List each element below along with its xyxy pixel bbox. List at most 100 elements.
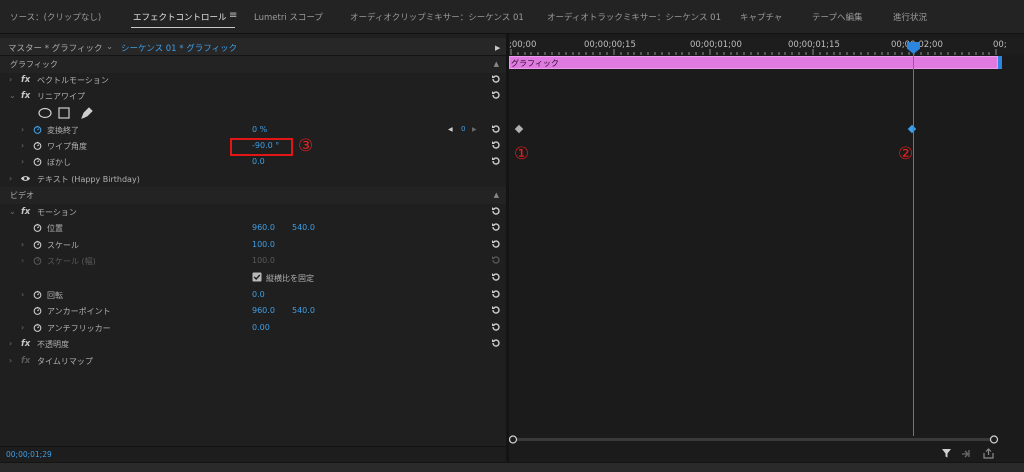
collapse-icon[interactable]: ▲ — [494, 191, 499, 199]
property-label: 位置 — [47, 224, 63, 233]
reset-icon[interactable] — [491, 90, 501, 100]
reset-icon[interactable] — [491, 206, 501, 216]
clip-label: グラフィック — [511, 59, 559, 68]
playhead-line[interactable] — [913, 50, 914, 436]
effect-row-time-remap: › fx タイムリマップ — [0, 353, 506, 370]
play-only-icon[interactable]: ▶ — [495, 44, 500, 52]
reset-icon[interactable] — [491, 222, 501, 232]
property-label: ワイプ角度 — [47, 142, 87, 151]
section-video-label: ビデオ — [10, 191, 34, 200]
tab-audio-clip-mixer[interactable]: オーディオクリップミキサー：シーケンス 01 — [350, 11, 524, 23]
reset-icon[interactable] — [491, 239, 501, 249]
annotation-one: ① — [514, 144, 530, 164]
collapse-icon[interactable]: ▲ — [494, 60, 499, 68]
effect-row-vector-motion: › fx ベクトルモーション — [0, 72, 506, 89]
master-clip-tab[interactable]: マスター * グラフィック — [8, 42, 103, 54]
feather-value[interactable]: 0.0 — [252, 157, 265, 166]
annotation-three: ③ — [298, 136, 314, 156]
stopwatch-icon[interactable] — [33, 290, 42, 299]
property-label: スケール — [47, 241, 79, 250]
fx-icon[interactable]: fx — [21, 75, 30, 85]
transition-completion-value[interactable]: 0 % — [252, 125, 267, 134]
stopwatch-icon-active[interactable] — [33, 125, 42, 134]
stopwatch-icon[interactable] — [33, 306, 42, 315]
collapse-arrow-icon[interactable]: ⌄ — [9, 207, 16, 216]
reset-icon[interactable] — [491, 140, 501, 150]
tab-capture[interactable]: キャプチャ — [740, 11, 782, 23]
stopwatch-icon[interactable] — [33, 240, 42, 249]
reset-icon[interactable] — [491, 289, 501, 299]
property-row-anchor-point: アンカーポイント 960.0 540.0 — [0, 303, 506, 320]
reset-icon[interactable] — [491, 322, 501, 332]
anchor-y-value[interactable]: 540.0 — [292, 306, 315, 315]
position-y-value[interactable]: 540.0 — [292, 223, 315, 232]
graphic-clip-bar[interactable] — [509, 56, 998, 69]
property-label: 変換終了 — [47, 126, 79, 135]
effect-name: モーション — [37, 208, 77, 217]
tab-audio-track-mixer[interactable]: オーディオトラックミキサー：シーケンス 01 — [547, 11, 721, 23]
scale-value[interactable]: 100.0 — [252, 240, 275, 249]
stopwatch-icon[interactable] — [33, 157, 42, 166]
sequence-clip-tab[interactable]: シーケンス 01 * グラフィック — [121, 42, 237, 54]
mask-tools — [38, 107, 93, 119]
expand-arrow-icon[interactable]: › — [21, 125, 24, 134]
reset-icon[interactable] — [491, 272, 501, 282]
expand-arrow-icon[interactable]: › — [21, 141, 24, 150]
reset-icon[interactable] — [491, 156, 501, 166]
stopwatch-icon[interactable] — [33, 141, 42, 150]
effect-name: タイムリマップ — [37, 357, 93, 366]
expand-arrow-icon[interactable]: › — [21, 290, 24, 299]
reset-icon[interactable] — [491, 305, 501, 315]
expand-arrow-icon: › — [21, 256, 25, 265]
current-timecode[interactable]: 00;00;01;29 — [6, 450, 52, 459]
tab-effect-controls[interactable]: エフェクトコントロール — [133, 11, 227, 23]
eye-icon[interactable] — [20, 174, 31, 183]
position-x-value[interactable]: 960.0 — [252, 223, 275, 232]
fx-icon[interactable]: fx — [21, 339, 30, 349]
tab-source[interactable]: ソース：(クリップなし) — [10, 11, 101, 23]
reset-icon-disabled — [492, 256, 500, 264]
stopwatch-icon[interactable] — [33, 223, 42, 232]
reset-icon[interactable] — [491, 74, 501, 84]
expand-arrow-icon[interactable]: › — [21, 157, 24, 166]
reset-icon[interactable] — [491, 124, 501, 134]
rotation-value[interactable]: 0.0 — [252, 290, 265, 299]
filter-icon[interactable] — [941, 448, 952, 459]
property-label: ぼかし — [47, 158, 71, 167]
panel-menu-icon[interactable]: ≡ — [229, 10, 237, 21]
stopwatch-icon[interactable] — [33, 323, 42, 332]
timeline-zoom-scrollbar[interactable] — [509, 434, 1000, 445]
chevron-down-icon[interactable]: ⌄ — [106, 42, 113, 52]
property-label: スケール (幅) — [47, 257, 96, 266]
effect-row-motion: ⌄ fx モーション — [0, 204, 506, 221]
effect-controls-window: ソース：(クリップなし) エフェクトコントロール ≡ Lumetri スコープ … — [0, 0, 1024, 472]
expand-arrow-icon[interactable]: › — [9, 339, 12, 348]
effect-name: リニアワイプ — [37, 92, 85, 101]
effect-row-linear-wipe: ⌄ fx リニアワイプ — [0, 88, 506, 105]
ruler-ticks — [510, 49, 997, 55]
fx-icon[interactable]: fx — [21, 207, 30, 217]
anchor-x-value[interactable]: 960.0 — [252, 306, 275, 315]
fx-icon[interactable]: fx — [21, 91, 30, 101]
tab-lumetri-scopes[interactable]: Lumetri スコープ — [254, 11, 323, 23]
section-graphic-label: グラフィック — [10, 60, 58, 69]
loop-audio-icon[interactable] — [961, 448, 972, 459]
expand-arrow-icon[interactable]: › — [21, 323, 24, 332]
export-icon[interactable] — [983, 448, 994, 459]
prev-keyframe-icon[interactable]: ◀ — [448, 126, 453, 133]
expand-arrow-icon[interactable]: › — [9, 75, 12, 84]
expand-arrow-icon[interactable]: › — [9, 356, 12, 365]
anti-flicker-value[interactable]: 0.00 — [252, 323, 270, 332]
collapse-arrow-icon[interactable]: ⌄ — [9, 91, 16, 100]
tab-progress[interactable]: 進行状況 — [893, 11, 927, 23]
property-label: 回転 — [47, 291, 63, 300]
keyframe-index[interactable]: 0 — [461, 125, 465, 133]
uniform-scale-checkbox[interactable] — [252, 272, 262, 282]
next-keyframe-icon[interactable]: ▶ — [472, 126, 477, 133]
tab-edit-to-tape[interactable]: テープへ編集 — [812, 11, 863, 23]
status-bar: 00;00;01;29 — [0, 446, 506, 462]
expand-arrow-icon[interactable]: › — [9, 174, 12, 183]
reset-icon[interactable] — [491, 338, 501, 348]
annotation-two: ② — [898, 144, 914, 164]
expand-arrow-icon[interactable]: › — [21, 240, 24, 249]
